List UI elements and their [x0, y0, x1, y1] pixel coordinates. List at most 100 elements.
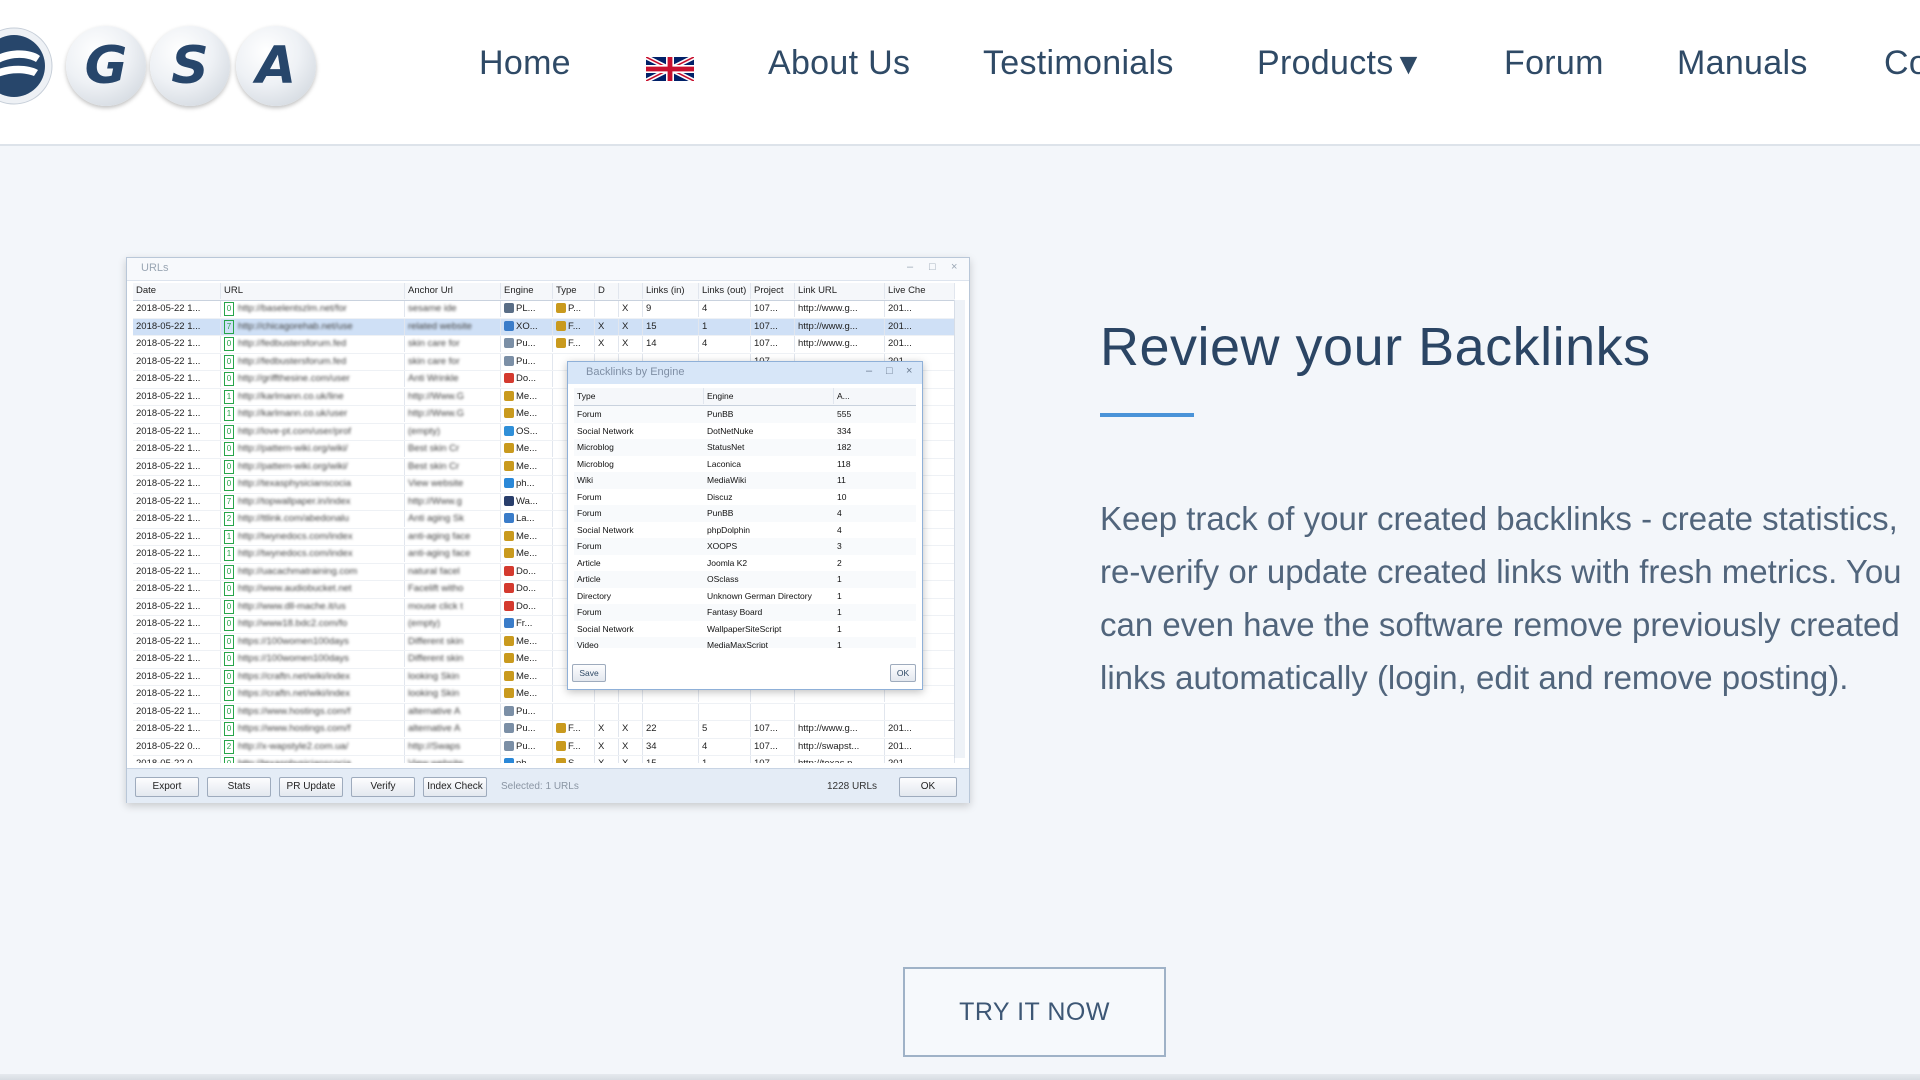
dialog-cell-engine: phpDolphin [707, 524, 751, 535]
cell-date: 2018-05-22 0... [133, 756, 221, 763]
dialog-cell-type: Social Network [577, 524, 634, 535]
nav-forum[interactable]: Forum [1504, 44, 1604, 83]
nav-contact[interactable]: Co [1884, 44, 1920, 83]
engine-icon [504, 670, 514, 681]
engine-name: Pu... [516, 723, 536, 734]
url-number-badge: 0 [224, 687, 234, 701]
cell-engine: Pu... [501, 738, 553, 755]
engine-icon [504, 548, 514, 559]
anchor-text: natural facel [408, 565, 460, 577]
cell-engine: Pu... [501, 721, 553, 737]
dialog-row: Video MediaMaxScript 1 [574, 637, 916, 648]
cell-lin: 15 [643, 318, 699, 335]
type-text: F... [568, 740, 581, 752]
url-number-badge: 0 [224, 337, 234, 351]
engine-name: ph... [516, 478, 535, 489]
cell-url: 0 https://craftn.net/wiki/index [221, 686, 405, 702]
cell-x: X [619, 756, 643, 763]
cell-url: 0 http://www.dll-mache.it/us [221, 598, 405, 615]
logo-letter-g[interactable]: G [66, 26, 146, 106]
cell-anchor: mouse click t [405, 598, 501, 615]
cell-type: F... [553, 318, 595, 335]
window-titlebar: URLs – □ × [127, 258, 969, 281]
cell-date: 2018-05-22 1... [133, 563, 221, 580]
col-d: D [595, 283, 619, 299]
url-number-badge: 0 [224, 302, 234, 316]
engine-name: ph... [516, 758, 535, 763]
engine-icon [504, 758, 514, 763]
cell-lin: 9 [643, 301, 699, 317]
url-text: http://pattern-wiki.org/wiki/ [238, 460, 348, 472]
table-row: 2018-05-22 1... 0 https://www.hostings.com… [133, 703, 955, 721]
cell-anchor: looking Skin [405, 686, 501, 702]
nav-home[interactable]: Home [479, 44, 571, 83]
nav-testimonials[interactable]: Testimonials [983, 44, 1174, 83]
dialog-cell-type: Video [577, 640, 599, 648]
cell-lout: 1 [699, 756, 751, 763]
dialog-cell-engine: Laconica [707, 458, 742, 469]
dialog-cell-count: 1 [837, 590, 842, 601]
cell-anchor: anti-aging face [405, 528, 501, 545]
dialog-save-button: Save [572, 664, 606, 682]
cell-type: P... [553, 301, 595, 317]
col-link-url: Link URL [795, 283, 885, 299]
anchor-text: http://Www.G [408, 390, 464, 402]
url-text: http://www18.bdc2.com/fo [238, 618, 348, 629]
cell-engine: Do... [501, 563, 553, 580]
cell-lout: 4 [699, 738, 751, 755]
cell-url: 1 http://twynedocs.com/index [221, 528, 405, 545]
cell-anchor: http://Www.G [405, 388, 501, 405]
try-it-now-button[interactable]: TRY IT NOW [903, 967, 1166, 1057]
cell-url: 0 https://100women100days [221, 651, 405, 667]
url-number-badge: 0 [224, 564, 234, 579]
cell-project: 107... [751, 301, 795, 317]
type-icon [556, 758, 566, 763]
dialog-ok-button: OK [890, 664, 916, 682]
dialog-cell-count: 1 [837, 623, 842, 634]
uk-flag-icon[interactable] [646, 55, 694, 83]
cell-engine: Me... [501, 388, 553, 405]
dialog-rows: Forum PunBB 555 Social Network DotNetNuke 334… [574, 406, 916, 648]
anchor-text: Anti Wrinkle [408, 373, 459, 384]
engine-name: Me... [516, 688, 538, 699]
url-text: http://topwallpaper.in/index [238, 495, 351, 507]
dialog-col-count: A... [837, 391, 850, 401]
cell-anchor: http://Www.G [405, 406, 501, 422]
cell-lin: 22 [643, 721, 699, 737]
dialog-row: Forum XOOPS 3 [574, 538, 916, 555]
anchor-text: alternative A [408, 705, 461, 717]
anchor-text: looking Skin [408, 688, 460, 699]
type-text: S... [568, 758, 582, 763]
type-icon [556, 303, 566, 314]
table-row: 2018-05-22 0... 2 http://x-wapstyle2.com.u… [133, 738, 955, 756]
cell-live: 201... [885, 721, 955, 737]
stats-button: Stats [207, 777, 271, 797]
cell-date: 2018-05-22 1... [133, 546, 221, 562]
cell-type [553, 703, 595, 720]
url-number-badge: 0 [224, 354, 234, 369]
nav-manuals[interactable]: Manuals [1677, 44, 1808, 83]
engine-name: Me... [516, 390, 538, 402]
cell-engine: Me... [501, 651, 553, 667]
cell-date: 2018-05-22 1... [133, 371, 221, 387]
cell-url: 0 http://griffthesine.com/user [221, 371, 405, 387]
cell-engine: Wa... [501, 493, 553, 510]
engine-name: Me... [516, 443, 538, 454]
engine-icon [504, 723, 514, 734]
dialog-cell-count: 10 [837, 491, 847, 502]
dialog-row: Article Joomla K2 2 [574, 555, 916, 572]
dialog-row: Forum Fantasy Board 1 [574, 604, 916, 621]
engine-name: Do... [516, 600, 537, 612]
cell-url: 0 http://www.audiobucket.net [221, 581, 405, 597]
engine-name: Me... [516, 670, 538, 682]
nav-about-us[interactable]: About Us [768, 44, 910, 83]
cell-engine: La... [501, 511, 553, 527]
cell-anchor: View website [405, 476, 501, 492]
gsa-emblem-icon[interactable] [0, 26, 56, 106]
nav-products[interactable]: Products▼ [1257, 44, 1424, 83]
url-text: http://texasphysicianscocia [238, 758, 351, 763]
cell-d: X [595, 336, 619, 352]
logo-letter-a[interactable]: A [236, 26, 316, 106]
dialog-cell-count: 2 [837, 557, 842, 568]
logo-letter-s[interactable]: S [150, 26, 230, 106]
